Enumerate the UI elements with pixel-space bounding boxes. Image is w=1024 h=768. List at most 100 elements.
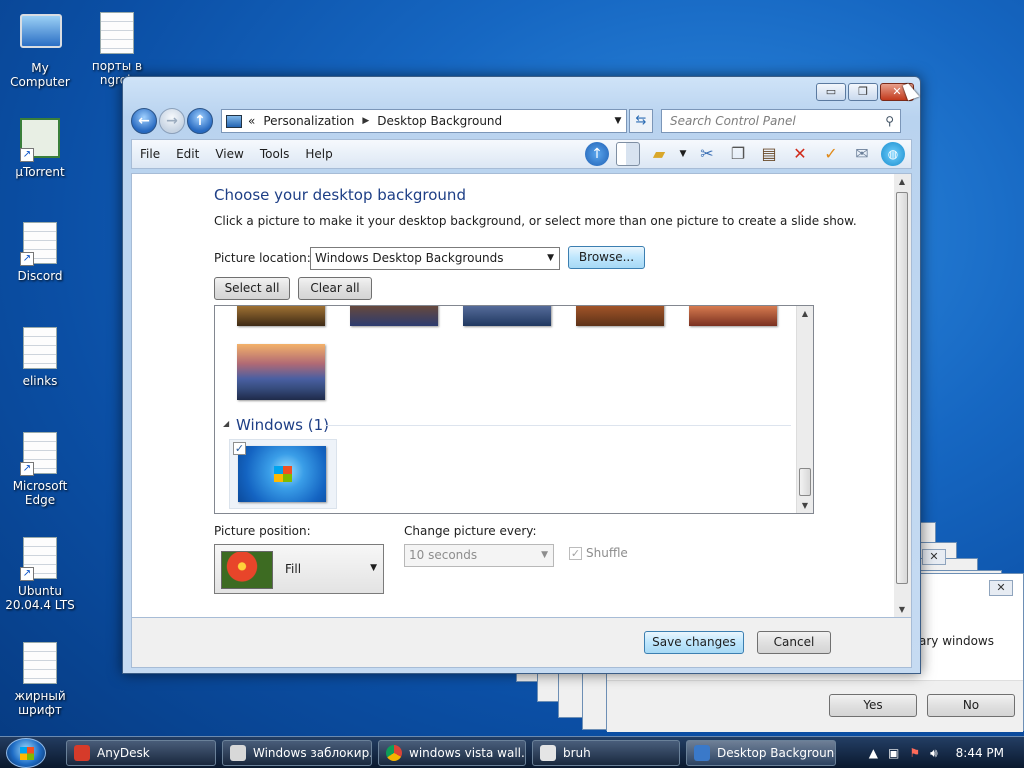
scrollbar-thumb[interactable] — [896, 192, 908, 584]
taskbar: AnyDesk Windows заблокир... windows vist… — [0, 736, 1024, 768]
desktop-icon-my-computer[interactable]: My Computer — [0, 10, 80, 89]
menu-tools[interactable]: Tools — [252, 147, 298, 161]
scroll-up-icon[interactable]: ▲ — [797, 309, 813, 318]
taskbar-item-label: Desktop Background — [717, 746, 836, 760]
checkbox-checked[interactable]: ✓ — [233, 442, 246, 455]
clock[interactable]: 8:44 PM — [956, 746, 1004, 760]
chevron-down-icon: ▼ — [547, 253, 554, 263]
refresh-icon[interactable]: ⇆ — [629, 109, 653, 133]
breadcrumb-desktop-background[interactable]: Desktop Background — [377, 114, 502, 128]
search-icon[interactable]: ⚲ — [885, 114, 894, 128]
delete-icon[interactable]: ✕ — [788, 142, 812, 166]
menu-file[interactable]: File — [132, 147, 168, 161]
wallpaper-thumbnail[interactable] — [237, 306, 325, 326]
cut-icon[interactable]: ✂ — [695, 142, 719, 166]
taskbar-item-desktop-background[interactable]: Desktop Background — [686, 740, 836, 766]
taskbar-item-notepad[interactable]: Windows заблокир... — [222, 740, 372, 766]
content-scrollbar[interactable]: ▲ ▼ — [894, 174, 911, 617]
wallpaper-thumbnail[interactable] — [689, 306, 777, 326]
group-header-windows[interactable]: Windows (1) — [236, 416, 329, 434]
breadcrumb-prefix[interactable]: « — [248, 114, 255, 128]
desktop-icon-elinks[interactable]: elinks — [0, 327, 80, 388]
scroll-down-icon[interactable]: ▼ — [894, 605, 910, 614]
volume-icon[interactable]: 🔊︎ — [930, 746, 938, 761]
clear-all-button[interactable]: Clear all — [298, 277, 372, 300]
yes-button[interactable]: Yes — [829, 694, 917, 717]
up-arrow-icon[interactable]: ↑ — [187, 108, 213, 134]
folder-options-icon[interactable]: ▰ — [647, 142, 671, 166]
menu-view[interactable]: View — [207, 147, 251, 161]
control-panel-icon — [694, 745, 710, 761]
file-icon: ↗ — [20, 222, 60, 266]
collapse-arrow-icon[interactable]: ◢ — [223, 419, 229, 428]
copy-icon[interactable]: ❐ — [726, 142, 750, 166]
wallpaper-selected-frame[interactable]: ✓ — [229, 439, 337, 509]
toolbar: ↑ ▰ ▼ ✂ ❐ ▤ ✕ ✓ ✉ ◍ — [585, 142, 905, 166]
taskbar-item-label: windows vista wall... — [409, 746, 526, 760]
wallpaper-thumbnail[interactable] — [576, 306, 664, 326]
panes-icon[interactable] — [616, 142, 640, 166]
menu-help[interactable]: Help — [297, 147, 340, 161]
menu-edit[interactable]: Edit — [168, 147, 207, 161]
maximize-button[interactable]: ❐ — [848, 83, 878, 101]
globe-icon[interactable]: ◍ — [881, 142, 905, 166]
no-button[interactable]: No — [927, 694, 1015, 717]
email-icon[interactable]: ✉ — [850, 142, 874, 166]
show-hidden-icons-icon[interactable]: ▲ — [869, 746, 878, 760]
scrollbar-thumb[interactable] — [799, 468, 811, 496]
chevron-down-icon[interactable]: ▼ — [610, 116, 626, 126]
properties-icon[interactable]: ✓ — [819, 142, 843, 166]
wallpaper-thumbnail[interactable] — [463, 306, 551, 326]
select-all-button[interactable]: Select all — [214, 277, 290, 300]
action-center-icon[interactable]: ⚑ — [909, 746, 920, 760]
taskbar-item-anydesk[interactable]: AnyDesk — [66, 740, 216, 766]
desktop-icon-label: Microsoft Edge — [12, 479, 68, 507]
picture-location-select[interactable]: Windows Desktop Backgrounds ▼ — [310, 247, 560, 270]
page-title: Choose your desktop background — [214, 186, 466, 204]
computer-icon — [20, 14, 62, 58]
desktop-icon-edge[interactable]: ↗ Microsoft Edge — [0, 432, 80, 507]
desktop-icon-ubuntu[interactable]: ↗ Ubuntu 20.04.4 LTS — [0, 537, 80, 612]
address-bar[interactable]: « Personalization ▶ Desktop Background ▼ — [221, 109, 627, 133]
picture-position-select[interactable]: Fill ▼ — [214, 544, 384, 594]
minimize-button[interactable]: ▭ — [816, 83, 846, 101]
close-icon[interactable]: ✕ — [922, 549, 946, 565]
picture-position-label: Picture position: — [214, 524, 311, 538]
taskbar-item-bruh[interactable]: bruh — [532, 740, 680, 766]
breadcrumb-personalization[interactable]: Personalization — [263, 114, 354, 128]
desktop-icon-utorrent[interactable]: ↗ µTorrent — [0, 118, 80, 179]
scroll-up-icon[interactable]: ▲ — [894, 177, 910, 186]
notepad-icon — [230, 745, 246, 761]
desktop-icon-label: µTorrent — [15, 165, 65, 179]
desktop-icon-discord[interactable]: ↗ Discord — [0, 222, 80, 283]
save-changes-button[interactable]: Save changes — [644, 631, 744, 654]
back-arrow-icon[interactable]: ← — [131, 108, 157, 134]
paste-icon[interactable]: ▤ — [757, 142, 781, 166]
scroll-down-icon[interactable]: ▼ — [797, 501, 813, 510]
gallery-scrollbar[interactable]: ▲ ▼ — [796, 306, 813, 513]
wallpaper-thumbnail[interactable] — [350, 306, 438, 326]
utorrent-icon: ↗ — [20, 118, 60, 162]
network-icon[interactable]: ▣ — [888, 746, 899, 760]
shuffle-checkbox[interactable]: ✓ — [569, 547, 582, 560]
up-folder-icon[interactable]: ↑ — [585, 142, 609, 166]
desktop-icon-bold-font[interactable]: жирный шрифт — [0, 642, 80, 717]
search-placeholder: Search Control Panel — [670, 114, 796, 128]
browse-button[interactable]: Browse... — [568, 246, 645, 269]
close-icon[interactable]: ✕ — [989, 580, 1013, 596]
taskbar-item-label: bruh — [563, 746, 591, 760]
breadcrumb-separator[interactable]: ▶ — [362, 116, 369, 126]
taskbar-item-chrome[interactable]: windows vista wall... — [378, 740, 526, 766]
start-button[interactable] — [6, 738, 46, 768]
picture-location-value: Windows Desktop Backgrounds — [315, 251, 504, 265]
views-dropdown-icon[interactable]: ▼ — [678, 142, 688, 166]
cancel-button[interactable]: Cancel — [757, 631, 831, 654]
wallpaper-thumbnail-windows[interactable] — [238, 446, 326, 502]
forward-arrow-icon[interactable]: → — [159, 108, 185, 134]
taskbar-item-label: Windows заблокир... — [253, 746, 372, 760]
change-picture-select[interactable]: 10 seconds ▼ — [404, 544, 554, 567]
wallpaper-thumbnail[interactable] — [237, 344, 325, 400]
search-input[interactable]: Search Control Panel ⚲ — [661, 109, 901, 133]
chevron-down-icon: ▼ — [541, 550, 548, 560]
anydesk-icon — [74, 745, 90, 761]
